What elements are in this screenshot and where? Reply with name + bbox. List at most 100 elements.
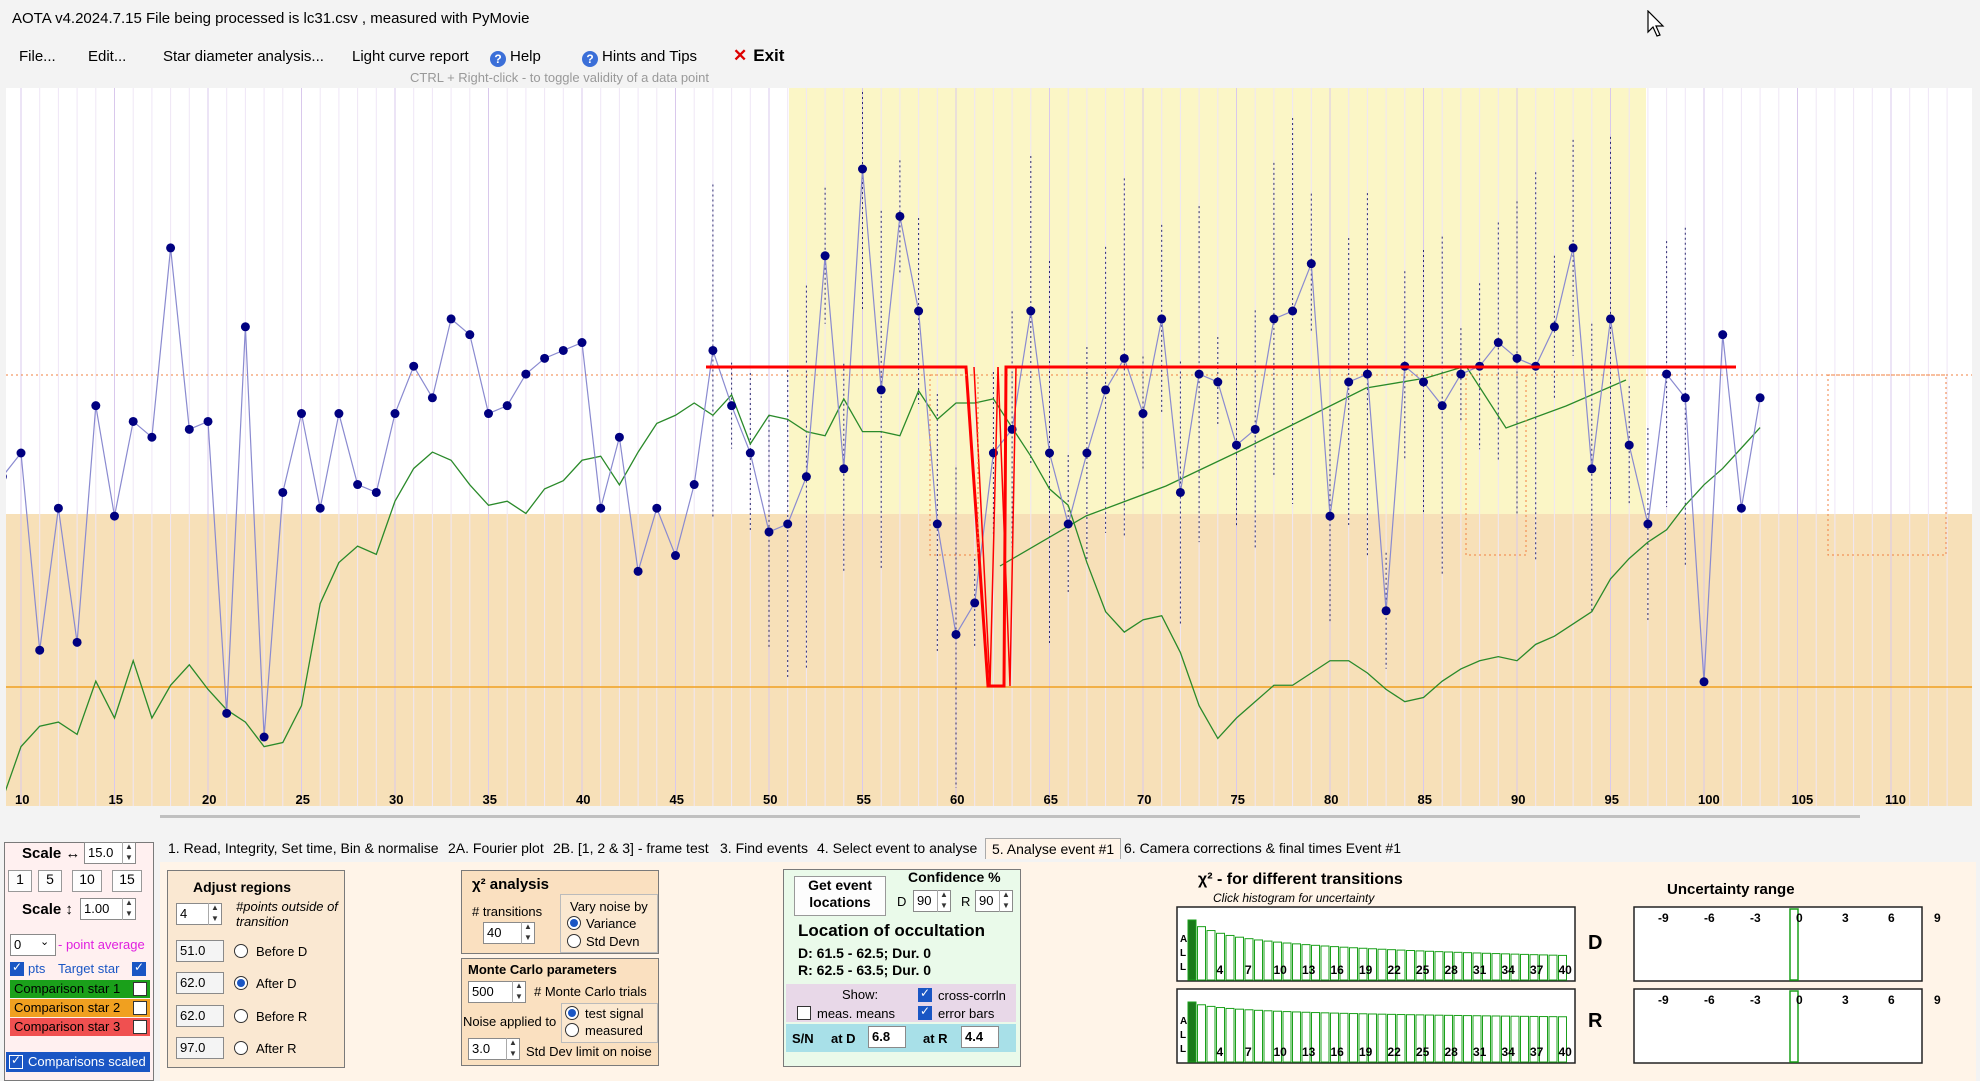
chi-bar: [1254, 1009, 1263, 1063]
target-point: [371, 487, 381, 497]
before-r-radio[interactable]: [234, 1009, 248, 1023]
target-point: [1288, 306, 1298, 316]
comparisons-scaled-checkbox[interactable]: [9, 1053, 23, 1069]
mouse-cursor-icon: [1647, 10, 1665, 37]
scale-preset-5[interactable]: 5: [38, 870, 62, 892]
target-point: [558, 345, 568, 355]
pts-label: pts: [28, 961, 46, 976]
variance-radio[interactable]: [567, 916, 581, 930]
target-point: [783, 519, 793, 529]
chi-bar: [1292, 1011, 1301, 1063]
meas-means-checkbox[interactable]: [797, 1006, 811, 1020]
measured-radio[interactable]: [565, 1023, 579, 1037]
chi-bar: [1225, 934, 1235, 981]
light-curve-report-menu[interactable]: Light curve report: [352, 48, 469, 65]
std-devn-radio[interactable]: [567, 934, 581, 948]
star-diameter-menu[interactable]: Star diameter analysis...: [163, 48, 324, 65]
chevron-down-icon: ⌄: [40, 936, 50, 948]
noise-applied-label: Noise applied to: [463, 1014, 557, 1029]
before-d-radio[interactable]: [234, 944, 248, 958]
uncertainty-title: Uncertainty range: [1667, 881, 1795, 898]
chi-bar: [1292, 943, 1301, 981]
after-d-value: 62.0: [176, 972, 224, 994]
test-signal-radio[interactable]: [565, 1006, 579, 1020]
scale-preset-15[interactable]: 15: [112, 870, 142, 892]
after-d-radio[interactable]: [234, 976, 248, 990]
target-star-checkbox[interactable]: [132, 960, 146, 976]
tab-1[interactable]: 1. Read, Integrity, Set time, Bin & norm…: [168, 840, 439, 856]
file-menu[interactable]: File...: [19, 48, 56, 65]
chi-bar: [1349, 947, 1358, 981]
title-bar: AOTA v4.2024.7.15 File being processed i…: [0, 0, 1980, 38]
chi-histogram-r[interactable]: [1176, 988, 1576, 1064]
exit-menu[interactable]: ✕ Exit: [733, 46, 784, 66]
target-star-label: Target star: [58, 961, 120, 976]
target-point: [91, 401, 101, 411]
help-menu[interactable]: ? Help: [490, 48, 541, 67]
target-point: [1306, 259, 1316, 269]
chi-bar: [1263, 1010, 1273, 1063]
chi-tick-label: 25: [1416, 963, 1430, 977]
tab-4[interactable]: 3. Find events: [720, 840, 808, 856]
target-point: [1587, 464, 1597, 474]
monte-carlo-trials-spinner[interactable]: [512, 981, 527, 1003]
location-title: Location of occultation: [798, 921, 985, 940]
tab-6[interactable]: 5. Analyse event #1: [985, 838, 1122, 859]
x-tick-label: 30: [389, 792, 404, 807]
x-tick-label: 25: [295, 792, 310, 807]
confidence-r-spinner[interactable]: [999, 890, 1014, 912]
get-event-locations-button[interactable]: Get event locations: [794, 876, 886, 916]
light-curve-plot[interactable]: [6, 88, 1972, 806]
uncertainty-tick-label: -3: [1750, 911, 1761, 925]
sd-limit-spinner[interactable]: [506, 1038, 521, 1060]
sn-at-d-value: 6.8: [868, 1026, 906, 1048]
comparison-3-checkbox[interactable]: [133, 1020, 147, 1034]
scale-preset-1[interactable]: 1: [8, 870, 32, 892]
scale-h-spinner[interactable]: [122, 842, 137, 864]
chi-histogram-d[interactable]: [1176, 906, 1576, 982]
x-tick-label: 55: [856, 792, 871, 807]
tab-5[interactable]: 4. Select event to analyse: [817, 840, 977, 856]
comparison-2-checkbox[interactable]: [133, 1001, 147, 1015]
scale-v-spinner[interactable]: [122, 898, 137, 920]
target-point: [72, 637, 82, 647]
after-r-radio[interactable]: [234, 1041, 248, 1055]
uncertainty-tick-label: 3: [1842, 993, 1849, 1007]
hints-menu[interactable]: ? Hints and Tips: [582, 48, 697, 67]
chi-bar: [1520, 1015, 1529, 1063]
chi-tick-label: 34: [1501, 963, 1515, 977]
plot-scrollbar[interactable]: [160, 815, 1860, 818]
target-point: [203, 416, 213, 426]
sn-at-r-value: 4.4: [961, 1026, 999, 1048]
pts-checkbox[interactable]: [10, 960, 24, 976]
help-icon: ?: [490, 51, 506, 67]
comparison-1-checkbox[interactable]: [133, 982, 147, 996]
target-point: [895, 211, 905, 221]
chi-bar: [1225, 1007, 1235, 1063]
error-bars-checkbox[interactable]: [918, 1004, 932, 1020]
target-point: [1157, 314, 1167, 324]
chi-bar: [1406, 1014, 1415, 1063]
confidence-r-label: R: [961, 894, 971, 909]
edit-menu[interactable]: Edit...: [88, 48, 126, 65]
uncertainty-tick-label: -9: [1658, 911, 1669, 925]
target-point: [932, 519, 942, 529]
confidence-d-spinner[interactable]: [937, 890, 952, 912]
chi-bar: [1434, 951, 1444, 981]
target-point: [858, 164, 867, 174]
chi-tick-label: 34: [1501, 1045, 1515, 1059]
scale-v-label: Scale ↕: [22, 901, 73, 918]
scale-preset-10[interactable]: 10: [72, 870, 102, 892]
points-outside-spinner[interactable]: [208, 903, 223, 925]
target-point: [1437, 401, 1447, 411]
chi-tick-label: 40: [1558, 963, 1572, 977]
tab-7[interactable]: 6. Camera corrections & final times Even…: [1124, 840, 1401, 856]
tab-2[interactable]: 2A. Fourier plot: [448, 840, 544, 856]
chi-bar: [1349, 1013, 1358, 1063]
transitions-spinner[interactable]: [521, 922, 536, 944]
confidence-label: Confidence %: [908, 869, 1001, 885]
target-point: [876, 385, 886, 395]
tab-3[interactable]: 2B. [1, 2 & 3] - frame test: [553, 840, 709, 856]
chi-analysis-title: χ² analysis: [472, 876, 550, 893]
cross-corr-checkbox[interactable]: [918, 986, 932, 1002]
